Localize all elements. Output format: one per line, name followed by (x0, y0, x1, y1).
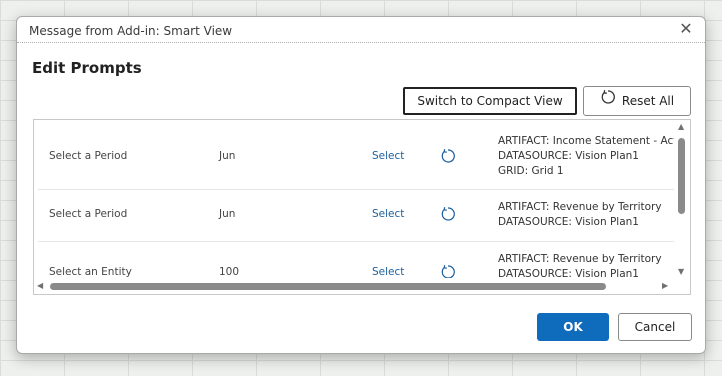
reset-all-label: Reset All (621, 94, 675, 108)
datasource-text: DATASOURCE: Vision Plan1 (498, 216, 639, 228)
window-title: Message from Add-in: Smart View (29, 24, 233, 38)
prompt-value: Jun (219, 208, 236, 220)
artifact-text: ARTIFACT: Revenue by Territory (498, 253, 662, 265)
prompt-value: Jun (219, 150, 236, 162)
refresh-icon[interactable] (440, 206, 456, 222)
switch-compact-view-button[interactable]: Switch to Compact View (403, 87, 577, 115)
title-bar: Message from Add-in: Smart View ✕ (17, 17, 705, 43)
artifact-text: ARTIFACT: Income Statement - Act vs (498, 135, 674, 147)
prompt-value: 100 (219, 266, 240, 278)
reset-all-button[interactable]: Reset All (583, 86, 691, 116)
scroll-left-icon[interactable]: ◀ (37, 282, 43, 290)
refresh-icon[interactable] (440, 148, 456, 164)
horizontal-scrollbar[interactable]: ◀ ▶ (34, 278, 690, 294)
prompts-grid: Select a Period Jun Select ARTIFACT: Inc… (33, 119, 691, 295)
prompt-label: Select a Period (49, 150, 128, 162)
scroll-down-icon[interactable]: ▼ (678, 268, 684, 276)
artifact-text: ARTIFACT: Revenue by Territory (498, 201, 662, 213)
cancel-button[interactable]: Cancel (618, 313, 692, 341)
table-row: Select a Period Jun Select ARTIFACT: Rev… (38, 190, 674, 242)
vertical-scroll-thumb[interactable] (678, 138, 685, 214)
refresh-icon (600, 87, 616, 115)
horizontal-scroll-thumb[interactable] (50, 283, 606, 290)
ok-button[interactable]: OK (537, 313, 609, 341)
row-info: ARTIFACT: Income Statement - Act vs DATA… (498, 134, 674, 179)
row-info: ARTIFACT: Revenue by Territory DATASOURC… (498, 200, 674, 230)
scroll-up-icon[interactable]: ▲ (678, 123, 684, 131)
grid-text: GRID: Grid 1 (498, 165, 564, 177)
datasource-text: DATASOURCE: Vision Plan1 (498, 150, 639, 162)
vertical-scrollbar[interactable]: ▲ ▼ (674, 120, 690, 280)
select-link[interactable]: Select (372, 266, 404, 278)
page-title: Edit Prompts (32, 59, 142, 77)
select-link[interactable]: Select (372, 150, 404, 162)
prompt-label: Select a Period (49, 208, 128, 220)
close-icon[interactable]: ✕ (677, 20, 695, 38)
table-row: Select a Period Jun Select ARTIFACT: Inc… (38, 120, 674, 190)
scroll-right-icon[interactable]: ▶ (662, 282, 668, 290)
smart-view-dialog: Message from Add-in: Smart View ✕ Edit P… (16, 16, 706, 354)
select-link[interactable]: Select (372, 208, 404, 220)
prompt-label: Select an Entity (49, 266, 132, 278)
